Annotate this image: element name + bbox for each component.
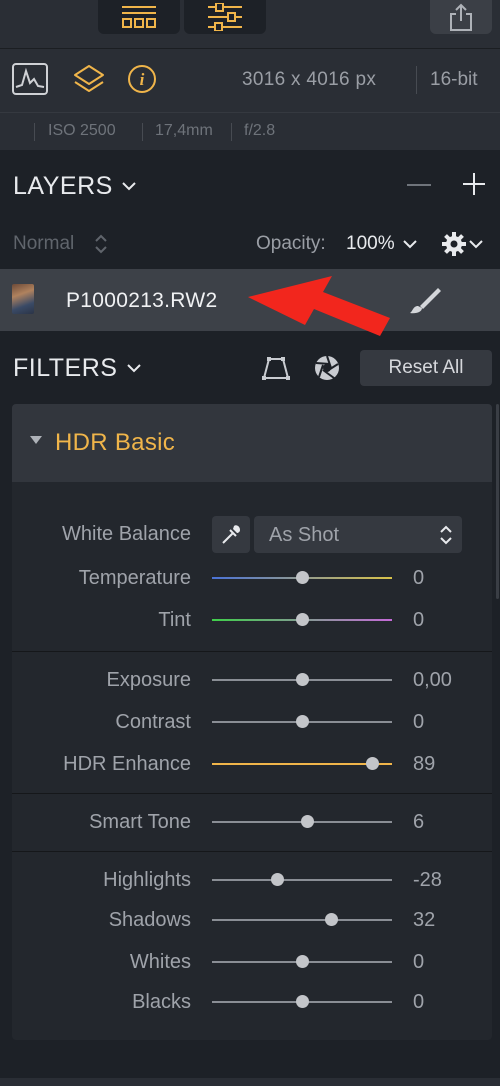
grid-layout-icon [122,6,156,28]
image-dimensions: 3016 x 4016 px [242,69,377,90]
hdr-enhance-value: 89 [413,753,436,775]
blacks-label: Blacks [132,991,191,1013]
whites-slider[interactable] [212,955,392,968]
whites-label: Whites [129,951,191,973]
bottom-strip [0,1078,500,1086]
iso-value: ISO 2500 [48,122,116,139]
tint-label: Tint [158,609,191,631]
tint-knob[interactable] [296,613,309,626]
chevron-down-icon[interactable] [403,240,417,249]
sliders-icon [208,3,242,31]
exif-bar: ISO 2500 17,4mm f/2.8 [0,112,500,150]
temperature-label: Temperature [78,567,191,589]
up-down-icon [95,234,107,254]
exposure-label: Exposure [106,669,192,691]
gear-icon[interactable] [442,232,466,256]
shadows-label: Shadows [108,909,191,931]
opacity-label: Opacity: [256,233,326,254]
opacity-value[interactable]: 100% [346,233,395,255]
eyedropper-icon [222,524,240,544]
filters-title[interactable]: FILTERS [13,354,117,383]
shadows-slider[interactable] [212,913,392,926]
smart-tone-slider[interactable] [212,815,392,828]
smart-tone-knob[interactable] [301,815,315,828]
blacks-knob[interactable] [296,995,309,1008]
smart-tone-label: Smart Tone [89,811,191,833]
reset-all-button[interactable]: Reset All [360,350,492,386]
brush-icon[interactable] [408,285,442,315]
layers-title[interactable]: LAYERS [13,172,113,201]
contrast-label: Contrast [115,711,191,733]
image-info-bar: i 3016 x 4016 px 16-bit [0,48,500,112]
highlights-value: -28 [413,869,442,891]
layout-button[interactable] [98,0,180,34]
perspective-crop-icon[interactable] [262,355,290,381]
whites-knob[interactable] [296,955,309,968]
contrast-value: 0 [413,711,425,733]
adjustments-button[interactable] [184,0,266,34]
chevron-down-icon[interactable] [121,181,137,191]
highlights-label: Highlights [103,869,191,891]
shadows-value: 32 [413,909,436,931]
hdr-enhance-knob[interactable] [366,757,380,770]
divider [12,651,492,652]
exposure-value: 0,00 [413,669,452,691]
remove-layer-button[interactable] [407,184,431,186]
aperture: f/2.8 [244,122,276,139]
bit-depth: 16-bit [430,69,478,90]
annotation-arrow-icon [248,276,390,336]
blend-mode-select[interactable]: Normal [13,233,74,255]
info-icon[interactable]: i [126,63,158,95]
up-down-icon [440,525,452,545]
exposure-knob[interactable] [296,673,309,686]
chevron-down-icon[interactable] [126,363,142,373]
divider [34,123,35,141]
share-icon [450,3,472,31]
share-button[interactable] [430,0,492,34]
white-balance-label: White Balance [62,523,191,545]
blacks-value: 0 [413,991,425,1013]
contrast-slider[interactable] [212,715,392,728]
lens-aperture-icon[interactable] [314,355,340,381]
temperature-value: 0 [413,567,425,589]
tint-slider[interactable] [212,613,392,626]
eyedropper-button[interactable] [212,516,250,553]
white-balance-value: As Shot [269,524,340,546]
white-balance-select[interactable]: As Shot [254,516,462,553]
layer-thumbnail [12,284,34,314]
layer-name: P1000213.RW2 [66,289,218,312]
exposure-slider[interactable] [212,673,392,686]
top-toolbar [0,0,500,48]
chevron-down-icon[interactable] [469,240,483,249]
highlights-knob[interactable] [270,873,284,886]
contrast-knob[interactable] [296,715,309,728]
layers-icon[interactable] [72,63,106,97]
whites-value: 0 [413,951,425,973]
blacks-slider[interactable] [212,995,392,1008]
divider [416,66,417,94]
histogram-icon[interactable] [12,63,48,95]
focal-length: 17,4mm [155,122,213,139]
shadows-knob[interactable] [324,913,338,926]
filter-header[interactable]: HDR Basic [12,404,492,482]
temperature-slider[interactable] [212,571,392,584]
svg-text:i: i [140,70,145,89]
add-layer-button[interactable] [462,172,486,196]
filter-name: HDR Basic [55,429,176,456]
highlights-slider[interactable] [212,873,392,886]
hdr-basic-panel: HDR Basic White Balance As Shot Temperat… [12,404,492,1040]
divider [12,793,492,794]
hdr-enhance-label: HDR Enhance [63,753,191,775]
hdr-enhance-slider[interactable] [212,757,392,770]
tint-value: 0 [413,609,425,631]
divider [231,123,232,141]
divider [12,851,492,852]
divider [142,123,143,141]
scrollbar[interactable] [496,404,499,599]
collapse-triangle-icon[interactable] [30,436,42,444]
smart-tone-value: 6 [413,811,425,833]
temperature-knob[interactable] [296,571,309,584]
